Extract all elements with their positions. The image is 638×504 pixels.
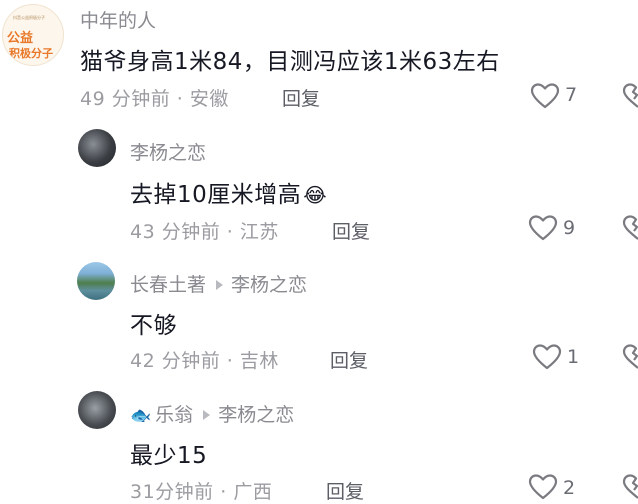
comment-location: 江苏 <box>239 221 279 243</box>
heart-outline-icon[interactable] <box>528 214 558 241</box>
avatar-logo-line2: 积极分子 <box>9 47 53 60</box>
reply-button[interactable]: 回复 <box>326 477 364 504</box>
reply-arrow-icon <box>216 279 224 290</box>
comment-time: 42 分钟前 <box>130 350 221 372</box>
broken-heart-icon[interactable] <box>622 82 638 109</box>
comment-username-line: 长春土著 李杨之恋 <box>130 270 307 297</box>
comment-location: 安徽 <box>189 88 229 110</box>
like-count: 7 <box>565 84 578 106</box>
meta-separator: · <box>220 221 240 243</box>
comment-username[interactable]: 乐翁 <box>155 404 193 426</box>
broken-heart-icon[interactable] <box>622 343 638 370</box>
comment-time: 43 分钟前 <box>130 221 221 243</box>
comment-location: 广西 <box>233 481 273 503</box>
reply-button[interactable]: 回复 <box>332 217 370 244</box>
meta-separator: · <box>170 88 190 110</box>
reply-arrow-icon <box>203 409 211 420</box>
comment-meta: 31分钟前 · 广西 <box>130 477 272 504</box>
reply-to-username[interactable]: 李杨之恋 <box>231 274 307 296</box>
reply-button[interactable]: 回复 <box>330 346 368 373</box>
comment-meta: 49 分钟前 · 安徽 <box>80 84 229 111</box>
comment-username[interactable]: 中年的人 <box>80 6 156 33</box>
avatar-public-welfare-badge[interactable]: 抖音公益积极分子 公益 积极分子 <box>2 4 64 66</box>
avatar[interactable] <box>77 262 115 300</box>
avatar-mini-text: 抖音公益积极分子 <box>13 15 45 20</box>
heart-outline-icon[interactable] <box>528 473 558 500</box>
reply-to-username[interactable]: 李杨之恋 <box>218 404 294 426</box>
like-count: 9 <box>563 217 576 239</box>
heart-outline-icon[interactable] <box>530 82 560 109</box>
comment-text: 去掉10厘米增高 😂 <box>130 175 327 209</box>
meta-separator: · <box>213 481 234 503</box>
comment-username-line: 🐟 乐翁 李杨之恋 <box>130 400 294 427</box>
comment-meta: 42 分钟前 · 吉林 <box>130 346 279 373</box>
laughing-tears-emoji-icon: 😂 <box>303 183 328 207</box>
comment-time: 49 分钟前 <box>80 88 171 110</box>
comment-username[interactable]: 李杨之恋 <box>130 138 206 165</box>
like-count: 1 <box>567 346 580 368</box>
comment-text: 猫爷身高1米84，目测冯应该1米63左右 <box>80 49 500 75</box>
comment-text: 最少15 <box>130 443 208 469</box>
comment-text: 不够 <box>130 313 177 339</box>
avatar-logo-line1: 公益 <box>7 31 34 46</box>
avatar[interactable] <box>78 129 116 167</box>
meta-separator: · <box>220 350 240 372</box>
comment-time: 31分钟前 <box>130 481 214 503</box>
comment-username[interactable]: 长春土著 <box>130 274 206 296</box>
broken-heart-icon[interactable] <box>622 473 638 500</box>
comment-meta: 43 分钟前 · 江苏 <box>130 217 279 244</box>
fish-emoji-icon: 🐟 <box>130 406 152 426</box>
broken-heart-icon[interactable] <box>622 214 638 241</box>
reply-button[interactable]: 回复 <box>282 84 320 111</box>
avatar[interactable] <box>78 391 116 429</box>
comment-text-body: 去掉10厘米增高 <box>130 182 302 208</box>
comment-location: 吉林 <box>239 350 279 372</box>
like-count: 2 <box>563 477 576 499</box>
heart-outline-icon[interactable] <box>532 343 562 370</box>
